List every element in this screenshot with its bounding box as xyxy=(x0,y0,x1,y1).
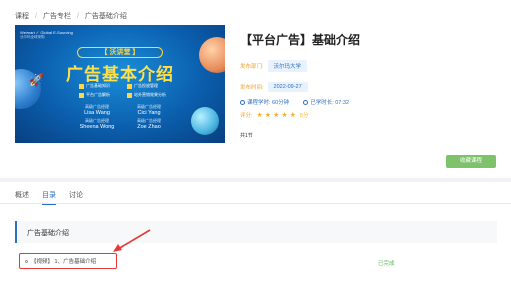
learned-duration: 已学时长: 07:32 xyxy=(303,98,349,106)
checklist-item: 站外营销效果分析 xyxy=(127,92,175,98)
rating-label: 评分: xyxy=(240,113,253,119)
speaker: 高级广告经理 Zoe Zhao xyxy=(125,118,173,130)
checkbox-icon xyxy=(79,83,84,89)
chapter-title: 广告基础介绍 xyxy=(27,230,69,237)
speaker-name: Lisa Wang xyxy=(84,110,110,116)
course-cover-image: 🚀 Weimart ✓ Global E-Sourcing 沃尔玛全球采购 【 … xyxy=(15,25,225,143)
checkbox-icon xyxy=(79,92,84,98)
checklist-item: 平台广告解析 xyxy=(79,92,127,98)
department-value: 沃尔玛大学 xyxy=(267,60,308,72)
course-duration: 课程学时: 60分钟 xyxy=(240,98,289,106)
brand-logo: Weimart ✓ Global E-Sourcing 沃尔玛全球采购 xyxy=(20,30,73,40)
lesson-status: 已完成 xyxy=(378,261,395,267)
speaker: 高级广告经理 Cici Yang xyxy=(125,104,173,116)
rating-score: 5分 xyxy=(299,113,309,119)
logo-subtext: 沃尔玛全球采购 xyxy=(20,35,45,39)
duration-text: 课程学时: 60分钟 xyxy=(247,100,290,106)
course-title: 【平台广告】基础介绍 xyxy=(240,33,361,47)
lesson-label: 【视频】 1、广告基础介绍 xyxy=(31,259,97,265)
cover-title: 广告基本介绍 xyxy=(66,65,174,84)
breadcrumb: 课程 / 广告专栏 / 广告基础介绍 xyxy=(15,11,127,21)
speaker-name: Zoe Zhao xyxy=(137,124,161,130)
lesson-item[interactable]: 【视频】 1、广告基础介绍 xyxy=(19,253,117,269)
cover-checklist: 广告基础知识 广告投放管理 平台广告解析 站外营销效果分析 xyxy=(79,83,175,98)
annotation-arrow-icon xyxy=(113,229,151,252)
publish-date: 发布时间: 2022-09-27 xyxy=(240,82,308,92)
breadcrumb-separator: / xyxy=(35,12,37,20)
learned-text: 已学时长: 07:32 xyxy=(310,100,350,106)
checkbox-icon xyxy=(127,83,132,89)
tabs-divider xyxy=(0,203,511,204)
publish-department: 发布部门: 沃尔玛大学 xyxy=(240,60,308,72)
lesson-dot-icon xyxy=(25,259,28,263)
breadcrumb-item-current: 广告基础介绍 xyxy=(84,13,127,20)
course-meta: 课程学时: 60分钟 已学时长: 07:32 xyxy=(240,98,363,106)
speaker: 高级广告经理 Sheena Wong xyxy=(73,118,121,130)
chapter-header[interactable]: 广告基础介绍 xyxy=(15,221,497,243)
course-rating: 评分: ★★★★★ 5分 xyxy=(240,111,308,119)
checkbox-icon xyxy=(127,92,132,98)
breadcrumb-item-courses[interactable]: 课程 xyxy=(15,11,29,21)
collect-course-button[interactable]: 收藏课程 xyxy=(446,155,496,168)
cover-speakers: 高级广告经理 Lisa Wang 高级广告经理 Cici Yang 高级广告经理… xyxy=(73,104,173,130)
course-header: 课程 / 广告专栏 / 广告基础介绍 🚀 Weimart ✓ Global E-… xyxy=(0,0,511,178)
date-value: 2022-09-27 xyxy=(267,82,308,92)
breadcrumb-separator: / xyxy=(76,12,79,20)
course-content-panel: 概述 目录 讨论 广告基础介绍 【视频】 1、广告基础介绍 已完成 xyxy=(0,182,511,281)
speaker-name: Cici Yang xyxy=(137,110,161,116)
checklist-item: 广告基础知识 xyxy=(79,83,127,89)
speaker: 高级广告经理 Lisa Wang xyxy=(73,104,121,116)
lesson-count: 共1节 xyxy=(240,133,253,139)
date-label: 发布时间: xyxy=(240,85,264,91)
breadcrumb-item-column[interactable]: 广告专栏 xyxy=(43,11,71,21)
star-rating-icons[interactable]: ★★★★★ xyxy=(257,111,298,119)
clock-icon xyxy=(303,99,309,105)
planet-decoration xyxy=(191,107,219,135)
department-label: 发布部门: xyxy=(240,64,264,70)
cover-tag: 【 沃讲堂 】 xyxy=(77,47,163,58)
checklist-item: 广告投放管理 xyxy=(127,83,175,89)
clock-icon xyxy=(240,99,245,105)
speaker-name: Sheena Wong xyxy=(79,124,115,130)
